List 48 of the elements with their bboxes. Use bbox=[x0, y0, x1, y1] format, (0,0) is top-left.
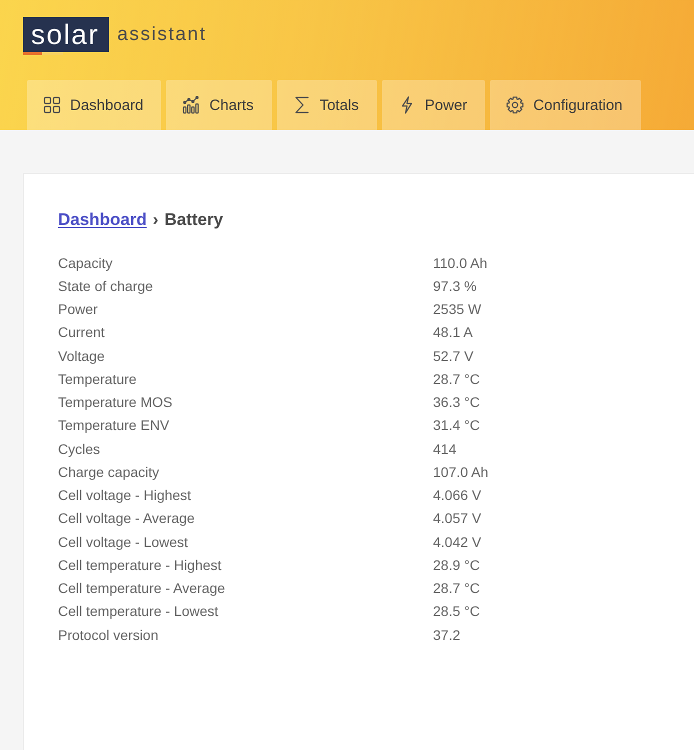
settings-icon bbox=[506, 96, 524, 114]
property-label: Cell temperature - Highest bbox=[58, 556, 222, 573]
property-label: Temperature bbox=[58, 370, 137, 387]
property-label: Cell voltage - Average bbox=[58, 510, 195, 526]
property-value: 28.5 °C bbox=[433, 603, 480, 620]
property-value: 28.9 °C bbox=[433, 556, 480, 573]
property-label: Protocol version bbox=[58, 626, 158, 643]
breadcrumb-link[interactable]: Dashboard bbox=[58, 209, 147, 231]
property-value: 107.0 Ah bbox=[433, 464, 488, 480]
nav-tab[interactable]: Dashboard bbox=[27, 80, 162, 130]
property-label: Temperature ENV bbox=[58, 417, 170, 434]
property-label: Cell temperature - Lowest bbox=[58, 603, 218, 620]
breadcrumb-current: Battery bbox=[164, 209, 224, 231]
logo-badge: solar bbox=[23, 17, 110, 55]
property-value: 37.2 bbox=[433, 626, 460, 643]
property-label: Temperature MOS bbox=[58, 394, 172, 410]
nav-tab[interactable]: Configuration bbox=[490, 80, 641, 130]
property-label: Current bbox=[58, 324, 105, 340]
property-label: Voltage bbox=[58, 348, 105, 364]
chart-icon bbox=[182, 96, 200, 114]
grid-icon bbox=[43, 96, 61, 114]
nav-tab[interactable]: Totals bbox=[276, 80, 377, 130]
property-value: 28.7 °C bbox=[433, 370, 480, 387]
property-value: 4.066 V bbox=[433, 487, 482, 504]
property-label: State of charge bbox=[58, 278, 153, 294]
property-label: Cycles bbox=[58, 440, 100, 457]
sigma-icon bbox=[292, 96, 311, 114]
property-label: Capacity bbox=[58, 254, 112, 271]
property-value: 48.1 A bbox=[433, 324, 473, 340]
property-value: 414 bbox=[433, 440, 456, 457]
nav-tab[interactable]: Power bbox=[382, 80, 486, 130]
nav-tab[interactable]: Charts bbox=[166, 80, 272, 130]
logo-text: assistant bbox=[117, 23, 207, 47]
property-value: 36.3 °C bbox=[433, 394, 480, 410]
property-value: 4.042 V bbox=[433, 534, 482, 550]
property-value: 110.0 Ah bbox=[433, 254, 488, 271]
property-label: Charge capacity bbox=[58, 464, 160, 480]
property-label: Cell voltage - Lowest bbox=[58, 534, 188, 550]
property-label: Cell voltage - Highest bbox=[58, 487, 192, 504]
property-value: 31.4 °C bbox=[433, 417, 480, 434]
property-value: 52.7 V bbox=[433, 348, 474, 364]
property-label: Power bbox=[58, 301, 98, 318]
property-value: 28.7 °C bbox=[433, 580, 480, 596]
property-value: 97.3 % bbox=[433, 278, 477, 294]
property-value: 4.057 V bbox=[433, 510, 482, 526]
property-label: Cell temperature - Average bbox=[58, 580, 226, 596]
breadcrumb-separator: › bbox=[152, 209, 158, 231]
property-value: 2535 W bbox=[433, 301, 482, 318]
